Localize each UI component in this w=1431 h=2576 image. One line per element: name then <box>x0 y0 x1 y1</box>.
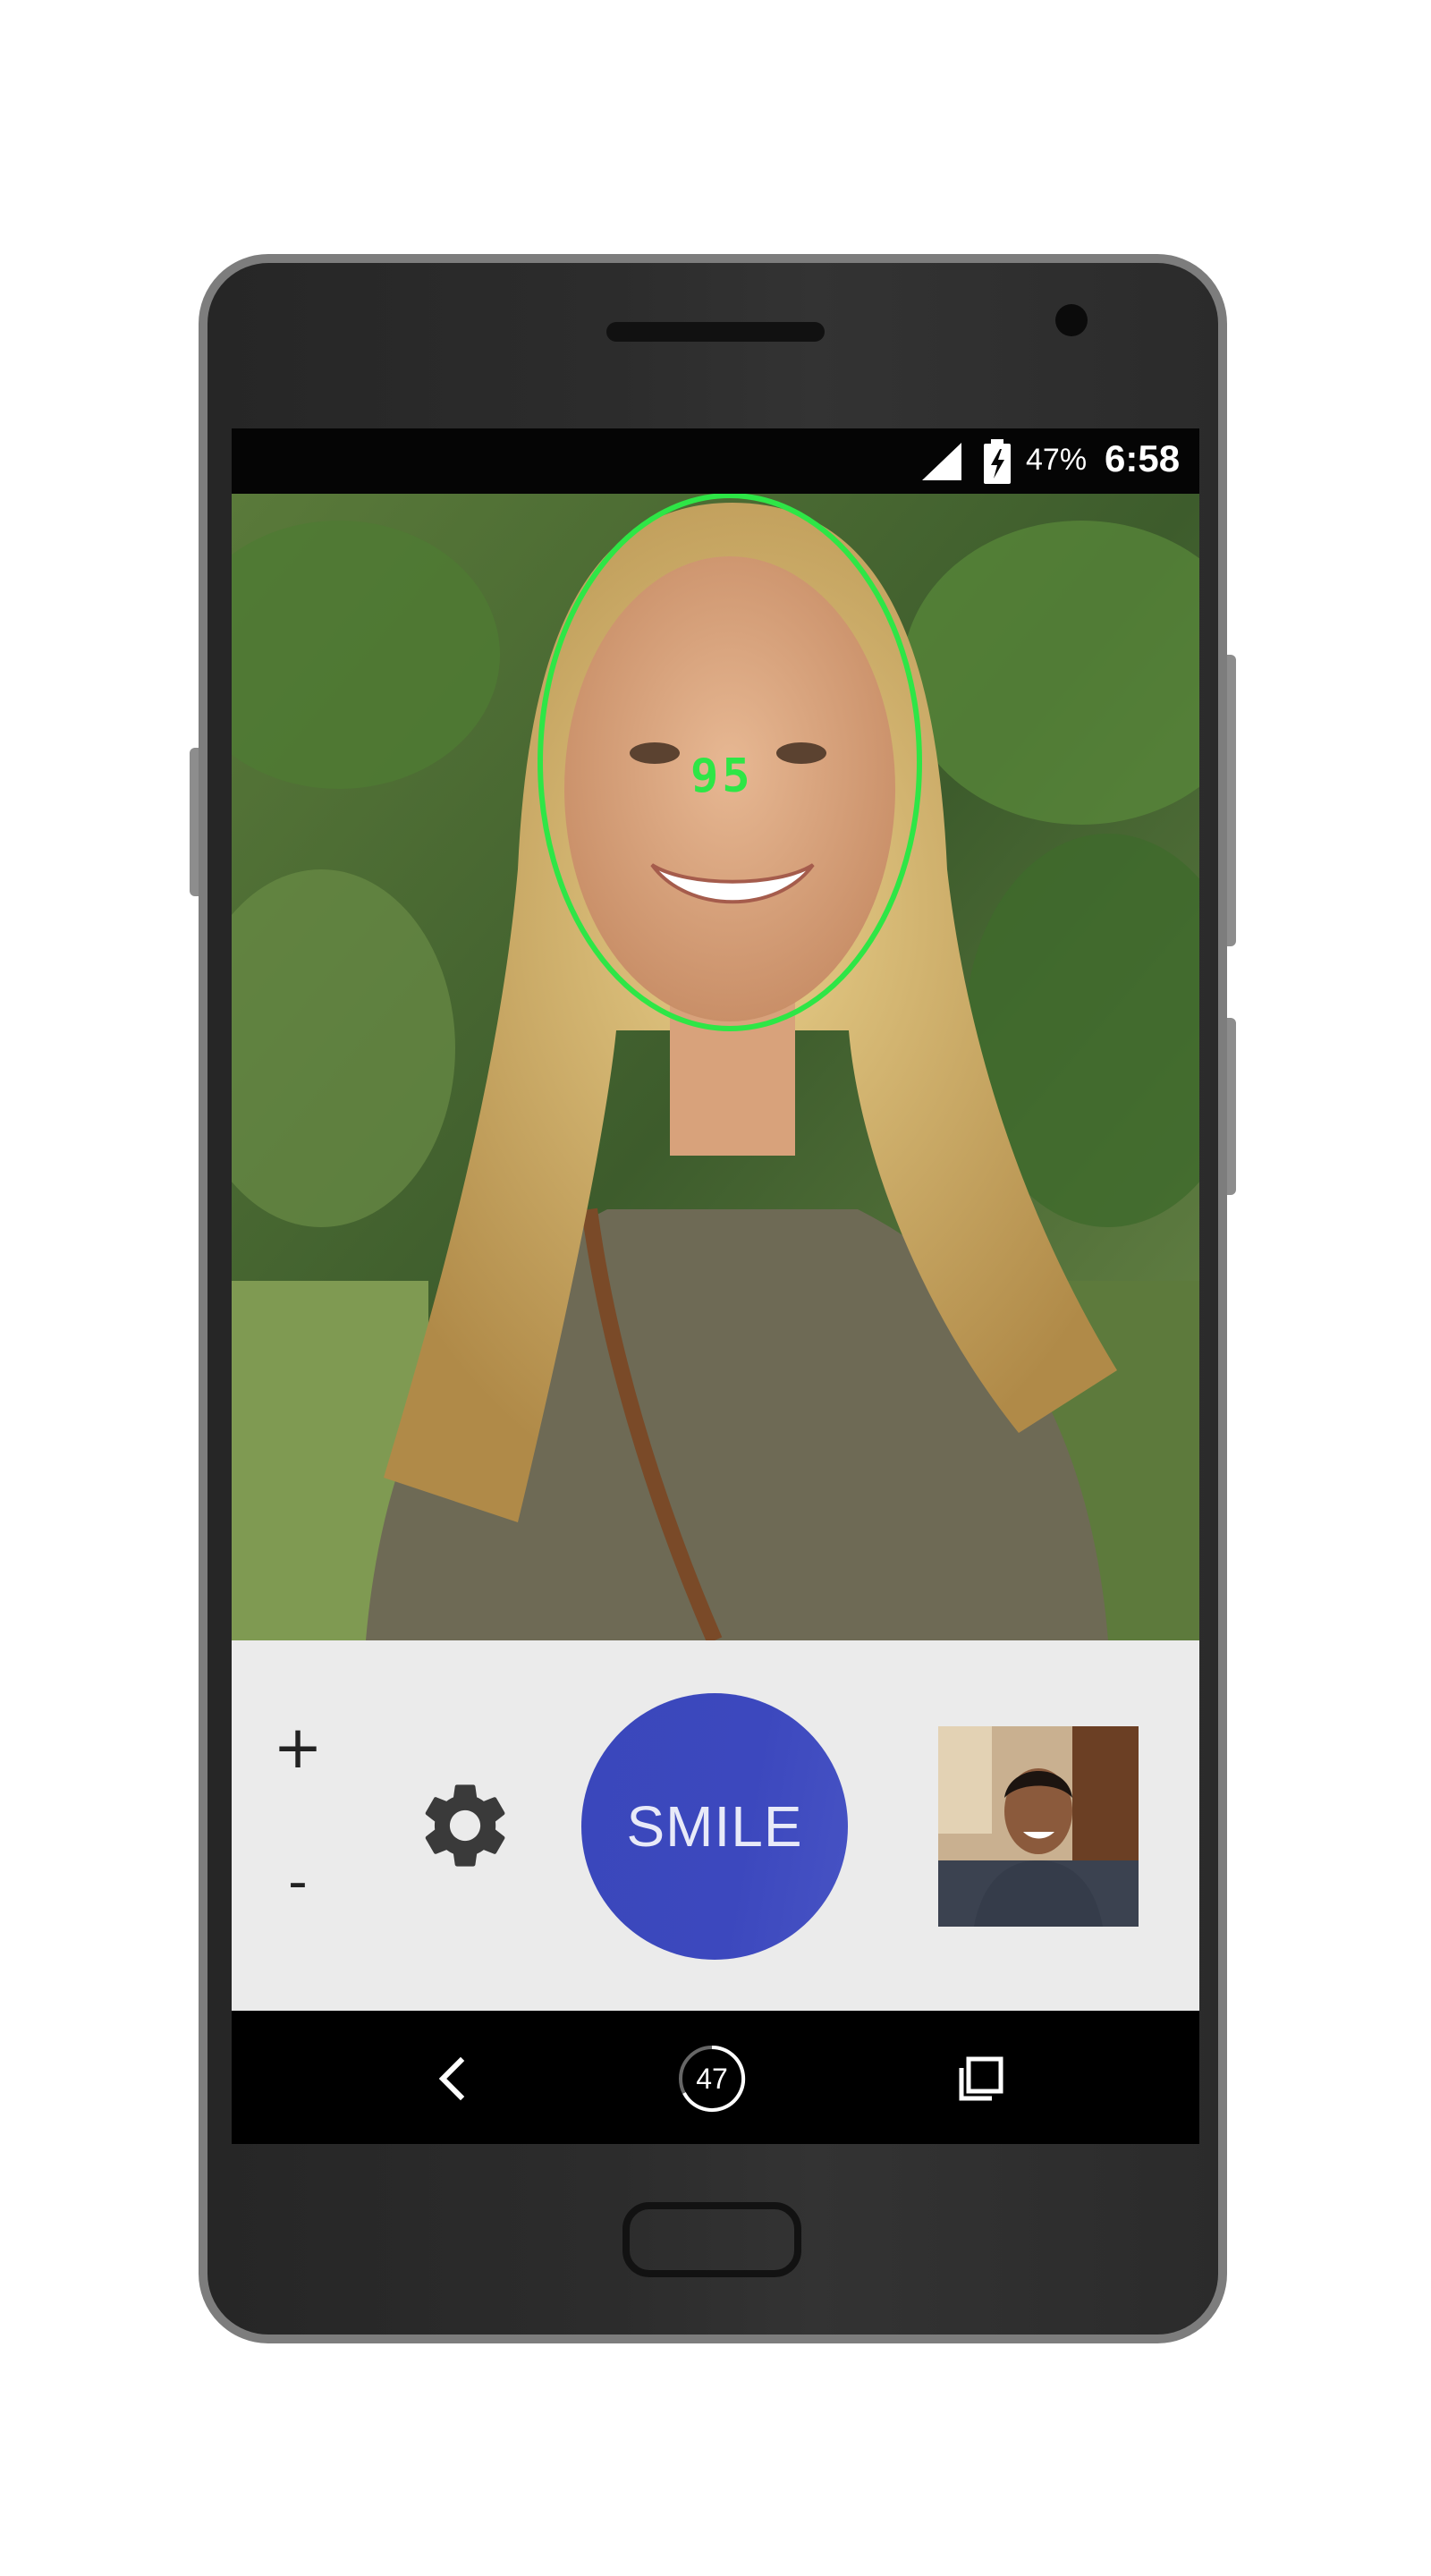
face-smile-score: 95 <box>690 750 754 803</box>
signal-icon <box>922 443 961 480</box>
last-photo-thumbnail[interactable] <box>938 1726 1139 1927</box>
phone-screen: 47% 6:58 95 + - SMILE 47 <box>232 428 1199 2144</box>
recents-icon[interactable] <box>954 2052 1008 2106</box>
back-icon[interactable] <box>427 2054 477 2104</box>
camera-controls: + - SMILE <box>232 1640 1199 2011</box>
zoom-in-button[interactable]: + <box>273 1718 323 1777</box>
front-camera-lens <box>1055 304 1088 336</box>
home-button-label[interactable]: 47 <box>676 2043 748 2114</box>
hardware-home-button <box>622 2202 801 2277</box>
navigation-bar: 47 <box>232 2011 1199 2144</box>
battery-charging-icon <box>984 439 1011 484</box>
status-clock: 6:58 <box>1105 437 1181 479</box>
gear-icon[interactable] <box>414 1775 516 1877</box>
battery-percentage: 47% <box>1026 443 1088 477</box>
camera-preview-image <box>232 494 1199 1640</box>
last-photo-image <box>938 1726 1139 1927</box>
smile-capture-button[interactable]: SMILE <box>581 1693 848 1960</box>
zoom-out-button[interactable]: - <box>273 1855 323 1909</box>
camera-preview[interactable]: 95 <box>232 494 1199 1640</box>
earpiece-speaker <box>606 322 825 342</box>
status-bar: 47% 6:58 <box>232 428 1199 494</box>
